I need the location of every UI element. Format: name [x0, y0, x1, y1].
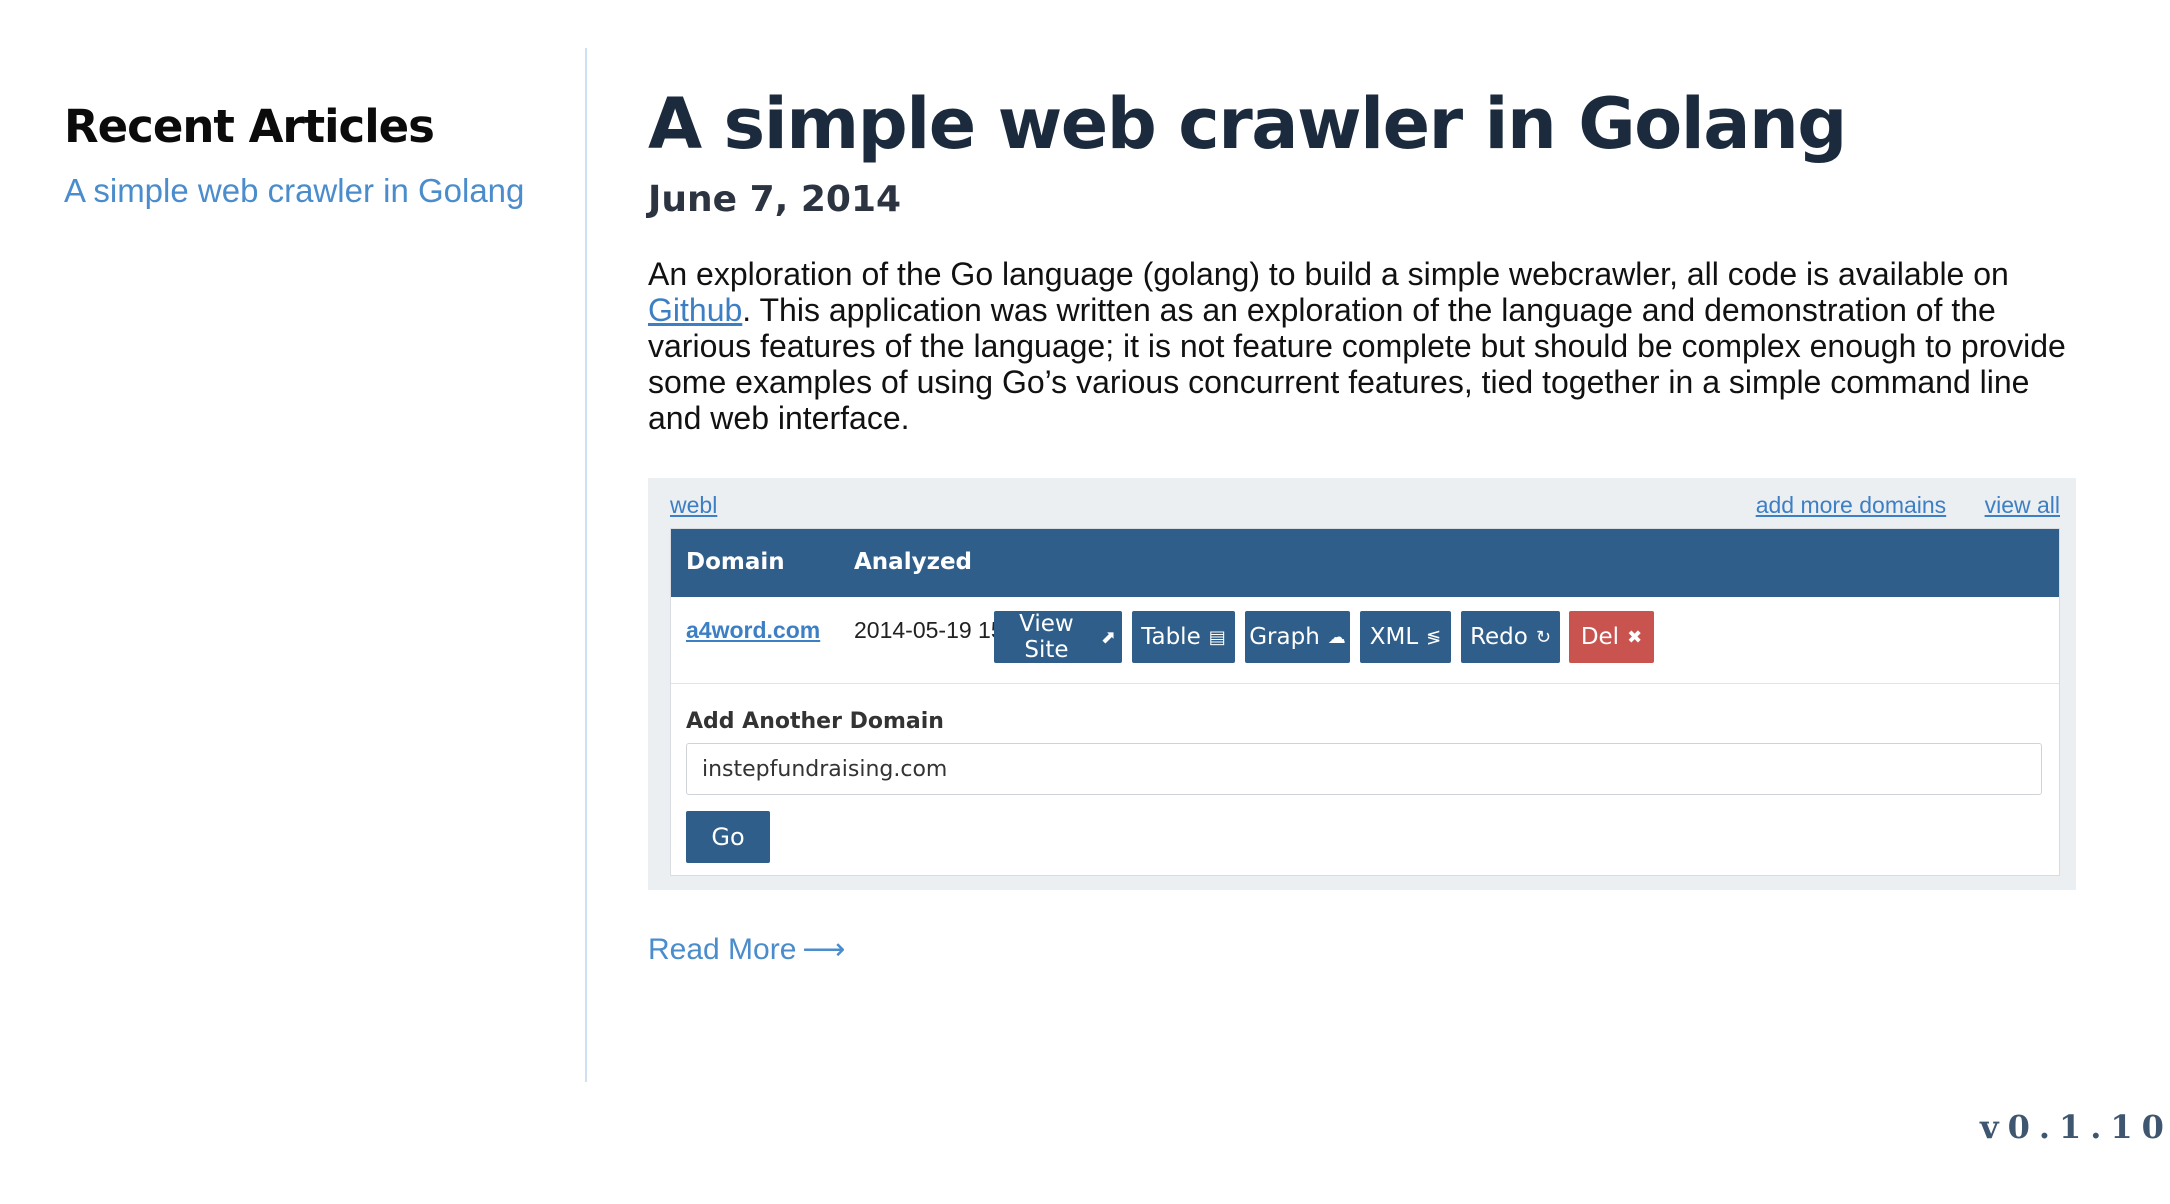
view-site-label: View Site — [1019, 611, 1074, 663]
article-body-text-2: . This application was written as an exp… — [648, 291, 2066, 436]
graph-icon: ☁ — [1327, 626, 1346, 648]
xml-button[interactable]: XML ≶ — [1360, 611, 1451, 663]
redo-button[interactable]: Redo ↻ — [1461, 611, 1560, 663]
article-body-text-1: An exploration of the Go language (golan… — [648, 255, 2009, 292]
view-site-button[interactable]: View Site ⬈ — [994, 611, 1122, 663]
delete-label: Del — [1580, 624, 1620, 650]
article-title: A simple web crawler in Golang — [648, 83, 1847, 165]
table-button[interactable]: Table ▤ — [1132, 611, 1235, 663]
close-icon: ✖ — [1627, 626, 1643, 648]
graph-label: Graph — [1249, 624, 1320, 650]
github-link[interactable]: Github — [648, 292, 742, 328]
article-date: June 7, 2014 — [648, 178, 902, 220]
sidebar-title: Recent Articles — [64, 100, 435, 153]
sidebar: Recent Articles A simple web crawler in … — [64, 100, 544, 210]
go-button[interactable]: Go — [686, 811, 770, 863]
app-screenshot: webl add more domains view all Domain An… — [648, 478, 2076, 890]
table-header: Domain Analyzed — [671, 529, 2059, 597]
arrow-right-icon: ⟶ — [802, 933, 846, 966]
xml-label: XML — [1369, 624, 1419, 650]
app-brand-link[interactable]: webl — [670, 492, 717, 519]
xml-icon: ≶ — [1426, 626, 1442, 648]
graph-button[interactable]: Graph ☁ — [1245, 611, 1350, 663]
add-domain-input[interactable] — [686, 743, 2042, 795]
domain-link[interactable]: a4word.com — [686, 617, 820, 644]
add-domain-label: Add Another Domain — [686, 709, 944, 734]
column-header-domain: Domain — [686, 549, 785, 575]
view-all-link[interactable]: view all — [1985, 492, 2060, 518]
table-label: Table — [1141, 624, 1201, 650]
article-body: An exploration of the Go language (golan… — [648, 256, 2078, 436]
sidebar-article-link[interactable]: A simple web crawler in Golang — [64, 172, 544, 210]
delete-button[interactable]: Del ✖ — [1569, 611, 1654, 663]
app-navbar: webl add more domains view all — [670, 492, 2060, 522]
refresh-icon: ↻ — [1535, 626, 1551, 648]
app-content: Domain Analyzed a4word.com 2014-05-19 15… — [670, 528, 2060, 876]
redo-label: Redo — [1470, 624, 1528, 650]
table-icon: ▤ — [1208, 626, 1226, 648]
version-label: v0.1.10 — [1980, 1108, 2170, 1146]
external-link-icon: ⬈ — [1100, 626, 1116, 648]
article: A simple web crawler in Golang June 7, 2… — [648, 84, 2078, 468]
app-nav: add more domains view all — [1724, 492, 2060, 519]
add-more-domains-link[interactable]: add more domains — [1756, 492, 1947, 518]
table-row: a4word.com 2014-05-19 15:05:46 View Site… — [671, 597, 2059, 684]
sidebar-divider — [585, 48, 587, 1082]
read-more-link[interactable]: Read More ⟶ — [648, 932, 845, 967]
read-more-label: Read More — [648, 933, 797, 966]
column-header-analyzed: Analyzed — [854, 549, 973, 575]
